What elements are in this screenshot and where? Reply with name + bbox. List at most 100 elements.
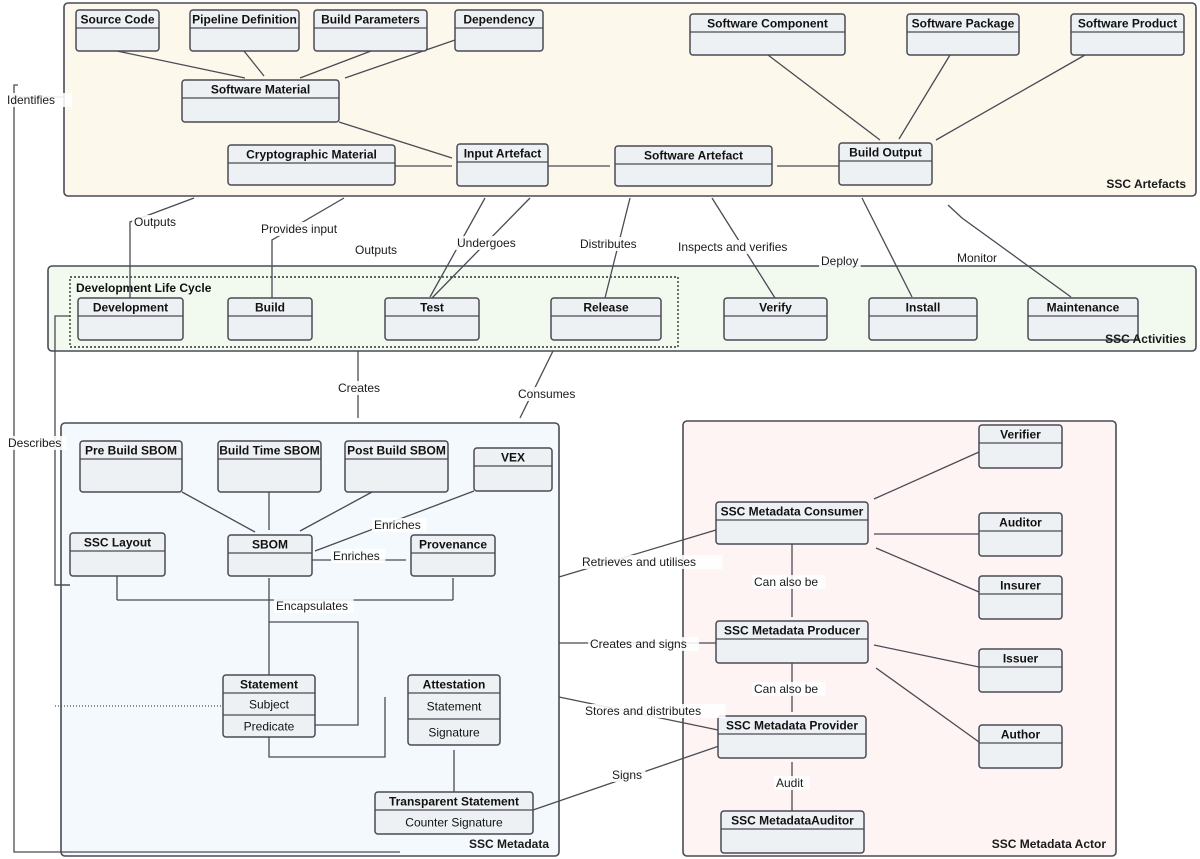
class-attestation[interactable]: Attestation Statement Signature xyxy=(407,674,501,746)
panel-label-artefacts: SSC Artefacts xyxy=(1106,177,1186,191)
class-title-statement: Statement xyxy=(240,678,298,692)
class-transparent-statement[interactable]: Transparent Statement Counter Signature xyxy=(374,791,534,835)
class-attr-attestation-0: Statement xyxy=(427,700,482,714)
class-issuer[interactable]: Issuer xyxy=(978,648,1063,693)
edge-label-can-also-be-2: Can also be xyxy=(754,682,818,696)
class-build[interactable]: Build xyxy=(227,297,313,341)
edge-label-provides-input: Provides input xyxy=(261,222,338,236)
class-title-vex: VEX xyxy=(501,451,525,465)
edge-label-enriches-1: Enriches xyxy=(374,518,421,532)
edge-label-can-also-be-1: Can also be xyxy=(754,575,818,589)
class-sbom[interactable]: SBOM xyxy=(227,534,313,577)
class-title-attestation: Attestation xyxy=(423,678,486,692)
class-test[interactable]: Test xyxy=(384,297,480,341)
class-title-issuer: Issuer xyxy=(1003,652,1039,666)
class-title-software-package: Software Package xyxy=(912,17,1015,31)
class-title-transparent-statement: Transparent Statement xyxy=(389,795,519,809)
class-statement[interactable]: Statement Subject Predicate xyxy=(222,674,316,738)
class-title-insurer: Insurer xyxy=(1000,579,1041,593)
edge-label-outputs-1: Outputs xyxy=(134,215,176,229)
class-software-package[interactable]: Software Package xyxy=(906,13,1020,56)
edge-label-identifies: Identifies xyxy=(7,93,55,107)
class-title-cryptographic-material: Cryptographic Material xyxy=(246,148,377,162)
class-verifier[interactable]: Verifier xyxy=(978,424,1063,469)
edge-label-enriches-2: Enriches xyxy=(333,549,380,563)
class-title-software-artefact: Software Artefact xyxy=(644,149,743,163)
class-provenance[interactable]: Provenance xyxy=(410,534,496,577)
panel-label-metadata: SSC Metadata xyxy=(469,837,549,851)
class-title-sbom: SBOM xyxy=(252,538,288,552)
edge-label-consumes: Consumes xyxy=(518,387,575,401)
class-ssc-metadata-producer[interactable]: SSC Metadata Producer xyxy=(715,620,869,664)
class-auditor[interactable]: Auditor xyxy=(978,512,1063,557)
class-title-pre-build-sbom: Pre Build SBOM xyxy=(85,444,177,458)
class-title-ssc-metadata-provider: SSC Metadata Provider xyxy=(726,719,858,733)
class-release[interactable]: Release xyxy=(550,297,662,341)
edge-label-audit: Audit xyxy=(776,776,804,790)
class-pipeline-definition[interactable]: Pipeline Definition xyxy=(189,9,300,52)
edge-label-encapsulates: Encapsulates xyxy=(276,599,348,613)
class-title-pipeline-definition: Pipeline Definition xyxy=(192,13,297,27)
class-title-source-code: Source Code xyxy=(80,13,154,27)
edge-label-deploy: Deploy xyxy=(821,254,858,268)
class-title-build-output: Build Output xyxy=(849,146,922,160)
class-software-component[interactable]: Software Component xyxy=(689,13,846,56)
class-pre-build-sbom[interactable]: Pre Build SBOM xyxy=(79,440,183,493)
class-input-artefact[interactable]: Input Artefact xyxy=(456,143,549,187)
class-attr-statement-1: Predicate xyxy=(244,720,295,734)
edge-label-inspects-and-verifies: Inspects and verifies xyxy=(678,240,787,254)
class-title-build: Build xyxy=(255,301,285,315)
class-title-input-artefact: Input Artefact xyxy=(464,147,542,161)
group-label-dlc: Development Life Cycle xyxy=(76,281,212,295)
class-insurer[interactable]: Insurer xyxy=(978,575,1063,620)
class-title-auditor: Auditor xyxy=(999,516,1042,530)
class-attr-attestation-1: Signature xyxy=(428,726,480,740)
class-title-ssc-metadata-producer: SSC Metadata Producer xyxy=(724,624,860,638)
edge-label-creates-and-signs: Creates and signs xyxy=(590,637,687,651)
class-build-output[interactable]: Build Output xyxy=(838,142,933,186)
class-title-verify: Verify xyxy=(759,301,792,315)
class-development[interactable]: Development xyxy=(77,297,184,341)
panel-label-activities: SSC Activities xyxy=(1105,332,1186,346)
class-attr-transparent-statement-0: Counter Signature xyxy=(405,816,503,830)
edge-label-signs: Signs xyxy=(612,768,642,782)
class-ssc-metadata-consumer[interactable]: SSC Metadata Consumer xyxy=(715,501,869,545)
class-build-parameters[interactable]: Build Parameters xyxy=(313,9,428,52)
class-title-software-component: Software Component xyxy=(707,17,828,31)
class-attr-statement-0: Subject xyxy=(249,698,290,712)
class-ssc-metadata-auditor[interactable]: SSC MetadataAuditor xyxy=(720,810,865,854)
class-software-product[interactable]: Software Product xyxy=(1070,13,1185,56)
class-ssc-metadata-provider[interactable]: SSC Metadata Provider xyxy=(717,715,867,759)
class-vex[interactable]: VEX xyxy=(473,447,553,492)
class-title-ssc-metadata-auditor: SSC MetadataAuditor xyxy=(731,814,854,828)
edge-label-creates: Creates xyxy=(338,381,380,395)
class-title-author: Author xyxy=(1001,728,1041,742)
edge-label-undergoes: Undergoes xyxy=(457,236,516,250)
edge-label-distributes: Distributes xyxy=(580,237,637,251)
edge-label-outputs-2: Outputs xyxy=(355,243,397,257)
class-title-test: Test xyxy=(420,301,444,315)
class-title-build-time-sbom: Build Time SBOM xyxy=(219,444,319,458)
class-title-provenance: Provenance xyxy=(419,538,487,552)
class-dependency[interactable]: Dependency xyxy=(454,9,544,52)
class-post-build-sbom[interactable]: Post Build SBOM xyxy=(344,440,449,493)
class-verify[interactable]: Verify xyxy=(723,297,828,341)
diagram-canvas: Development Life Cycle Source Code Pipel… xyxy=(0,0,1200,859)
class-install[interactable]: Install xyxy=(868,297,978,341)
class-title-build-parameters: Build Parameters xyxy=(321,13,420,27)
class-title-verifier: Verifier xyxy=(1000,428,1041,442)
class-title-ssc-layout: SSC Layout xyxy=(84,536,151,550)
class-author[interactable]: Author xyxy=(978,724,1063,769)
class-software-material[interactable]: Software Material xyxy=(181,79,340,123)
class-title-post-build-sbom: Post Build SBOM xyxy=(347,444,446,458)
edge-label-retrieves-and-utilises: Retrieves and utilises xyxy=(582,555,696,569)
class-title-release: Release xyxy=(583,301,629,315)
class-source-code[interactable]: Source Code xyxy=(75,9,160,52)
ssc-model-svg: Development Life Cycle Source Code Pipel… xyxy=(0,0,1200,859)
class-title-dependency: Dependency xyxy=(463,13,535,27)
class-title-install: Install xyxy=(906,301,941,315)
class-software-artefact[interactable]: Software Artefact xyxy=(614,145,773,187)
class-ssc-layout[interactable]: SSC Layout xyxy=(69,532,166,577)
class-build-time-sbom[interactable]: Build Time SBOM xyxy=(217,440,322,493)
class-cryptographic-material[interactable]: Cryptographic Material xyxy=(227,144,396,186)
